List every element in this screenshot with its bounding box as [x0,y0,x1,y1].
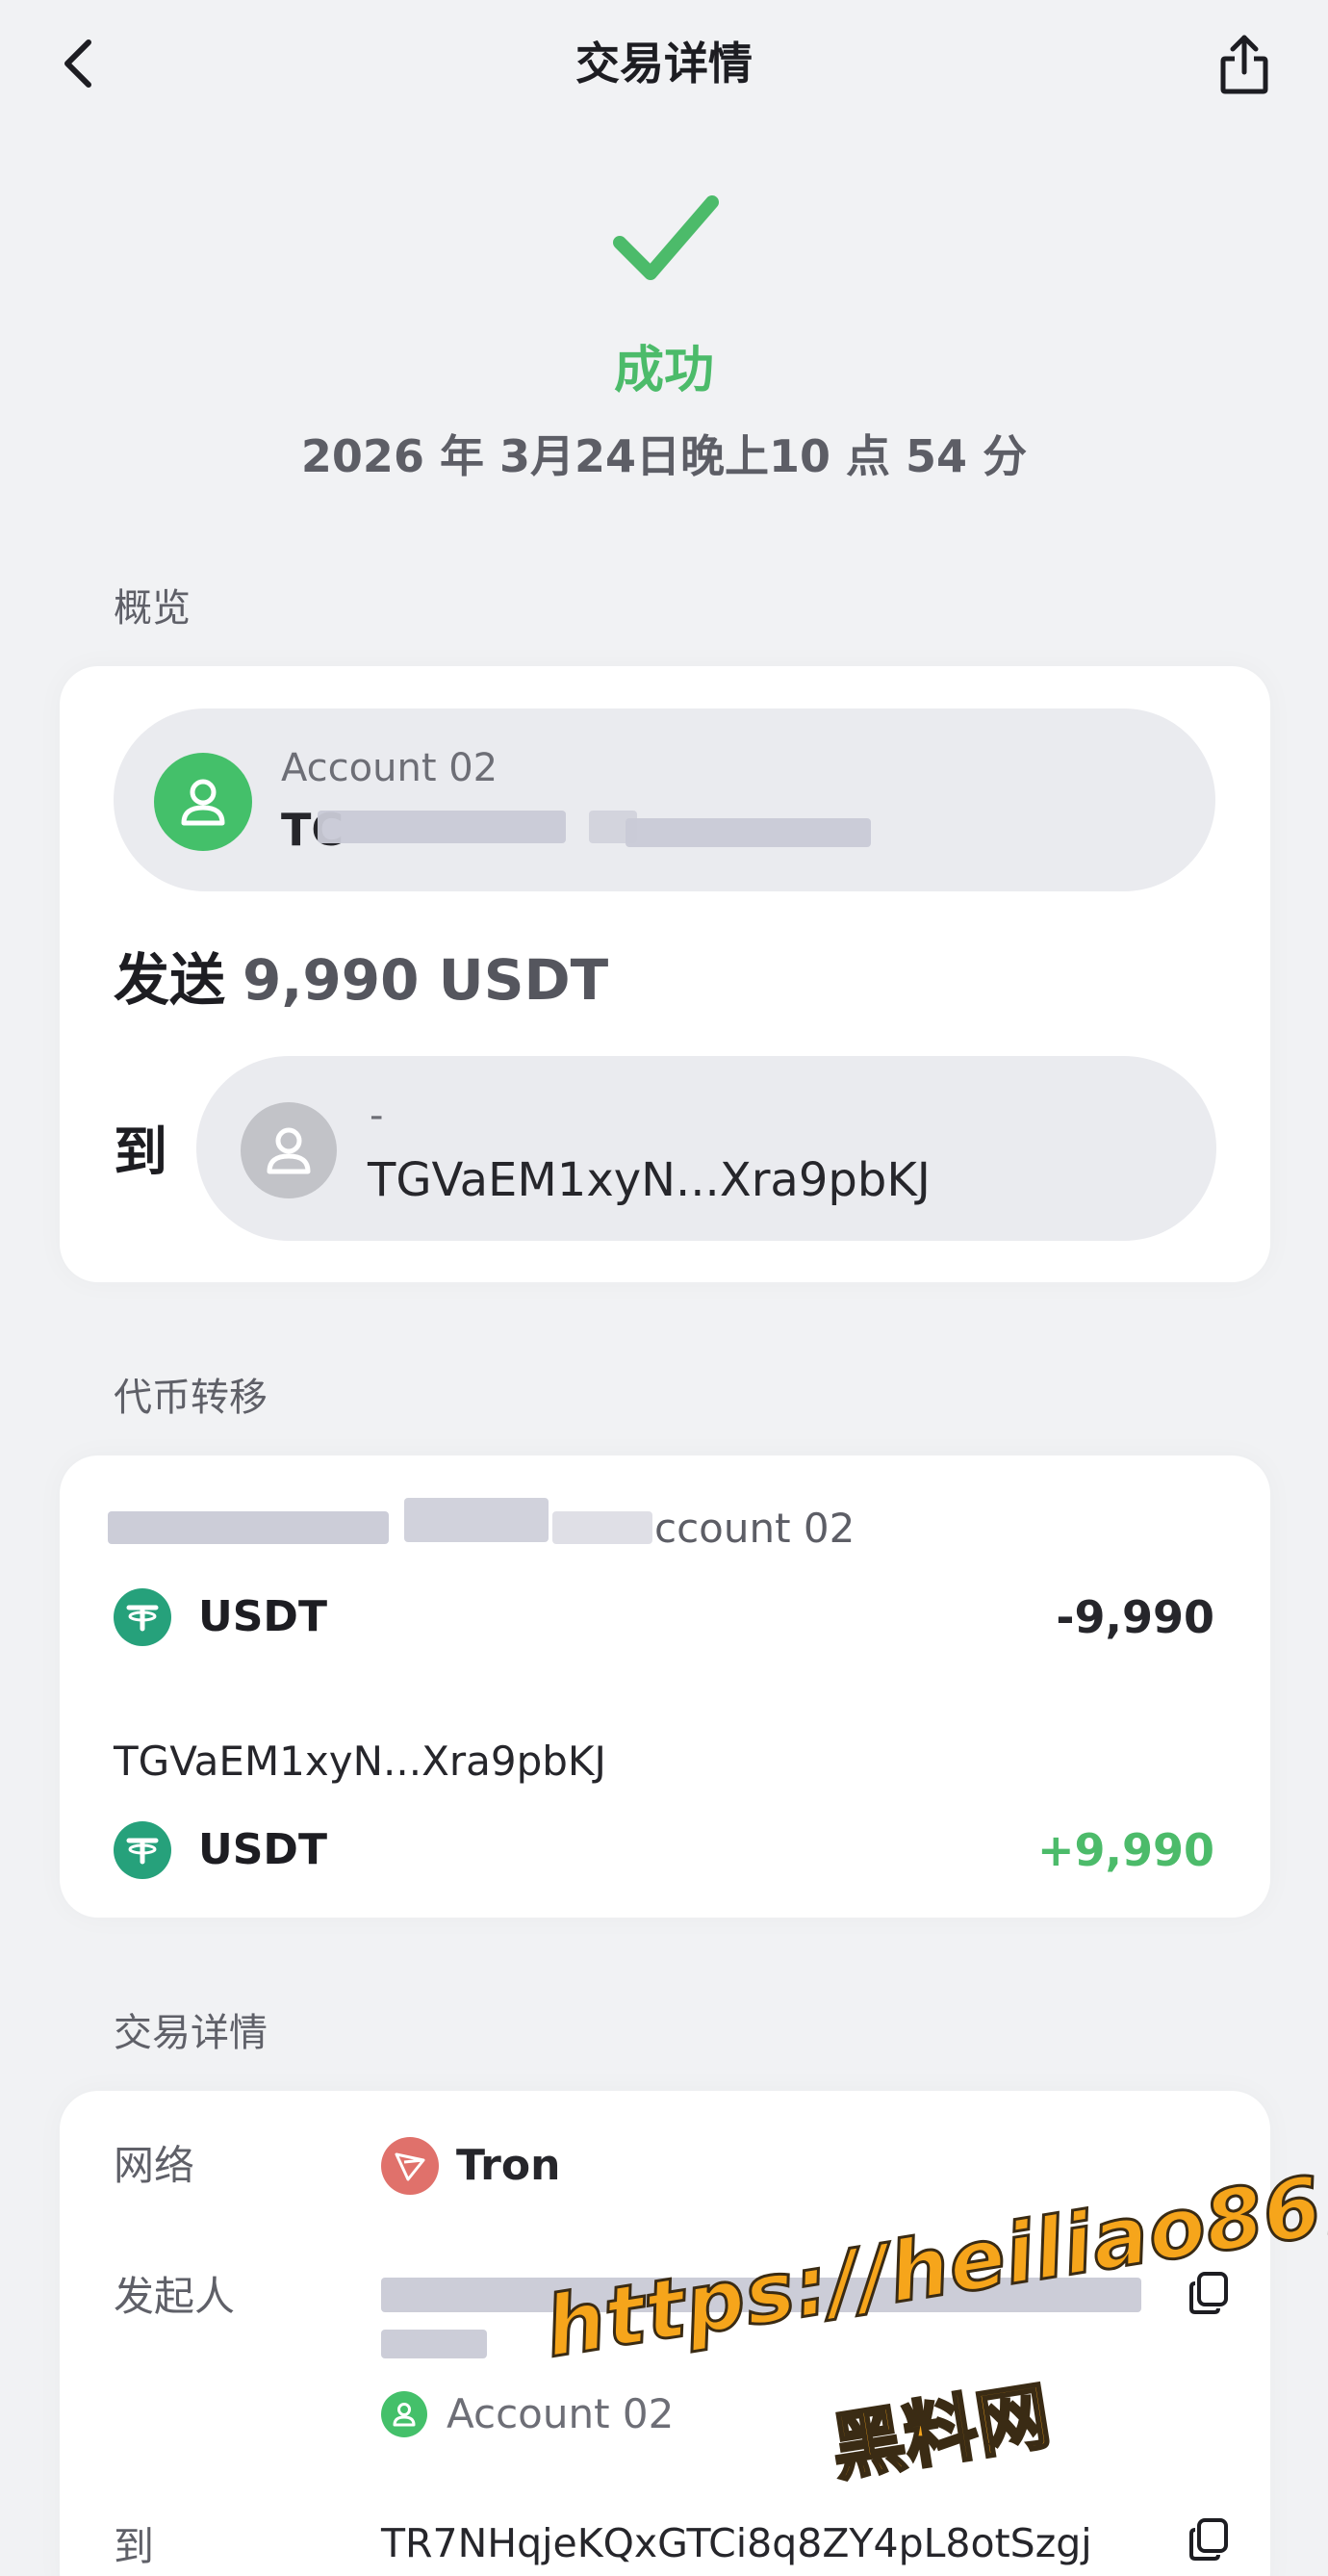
to-address-pill[interactable] [196,1056,1216,1241]
token-amount-debit: -9,990 [1056,1591,1214,1643]
share-button[interactable] [1211,31,1278,98]
share-icon [1220,35,1268,94]
redaction-bar [404,1498,549,1542]
copy-icon[interactable] [1188,2270,1230,2316]
tron-glyph [395,2152,425,2181]
to-account-address: TGVaEM1xyN...Xra9pbKJ [368,1153,931,1207]
send-amount: 9,990 USDT [243,947,609,1013]
token-name: USDT [198,1825,327,1874]
tether-glyph [126,1838,159,1865]
details-to-address: TR7NHqjeKQxGTCi8q8ZY4pL8otSzgj [381,2520,1092,2566]
redaction-bar [108,1511,389,1544]
usdt-icon [114,1821,171,1879]
token-to-address: TGVaEM1xyN...Xra9pbKJ [114,1738,606,1785]
avatar [241,1102,337,1198]
initiator-account-name: Account 02 [447,2390,675,2437]
network-label: 网络 [114,2142,195,2189]
token-name: USDT [198,1592,327,1641]
status-datetime: 2026 年 3月24日晚上10 点 54 分 [300,430,1028,482]
token-amount-credit: +9,990 [1036,1824,1214,1876]
success-check-icon [613,195,719,280]
to-label: 到 [114,1121,167,1184]
user-icon [181,779,225,826]
redaction-bar [318,811,566,843]
details-to-label: 到 [114,2523,155,2570]
avatar [154,753,252,851]
status-label: 成功 [613,342,714,399]
initiator-label: 发起人 [114,2273,236,2320]
page-title: 交易详情 [575,38,753,90]
tether-glyph [126,1605,159,1632]
from-account-name: Account 02 [281,746,498,790]
user-icon [393,2403,416,2427]
token-from-account: ccount 02 [654,1505,856,1552]
redaction-bar [552,1511,652,1544]
to-account-name: - [370,1094,384,1138]
usdt-icon [114,1588,171,1646]
section-label-overview: 概览 [114,586,191,631]
network-value: Tron [456,2141,561,2190]
tron-icon [381,2137,439,2195]
send-summary: 发送 9,990 USDT [114,943,608,1017]
section-label-token-transfer: 代币转移 [114,1376,268,1420]
copy-icon[interactable] [1188,2516,1230,2563]
user-icon [267,1127,311,1174]
send-label: 发送 [114,947,226,1013]
section-label-details: 交易详情 [114,2011,268,2055]
avatar [381,2391,427,2437]
from-account-pill[interactable] [114,708,1215,891]
redaction-bar [381,2330,487,2358]
redaction-bar [626,818,871,847]
